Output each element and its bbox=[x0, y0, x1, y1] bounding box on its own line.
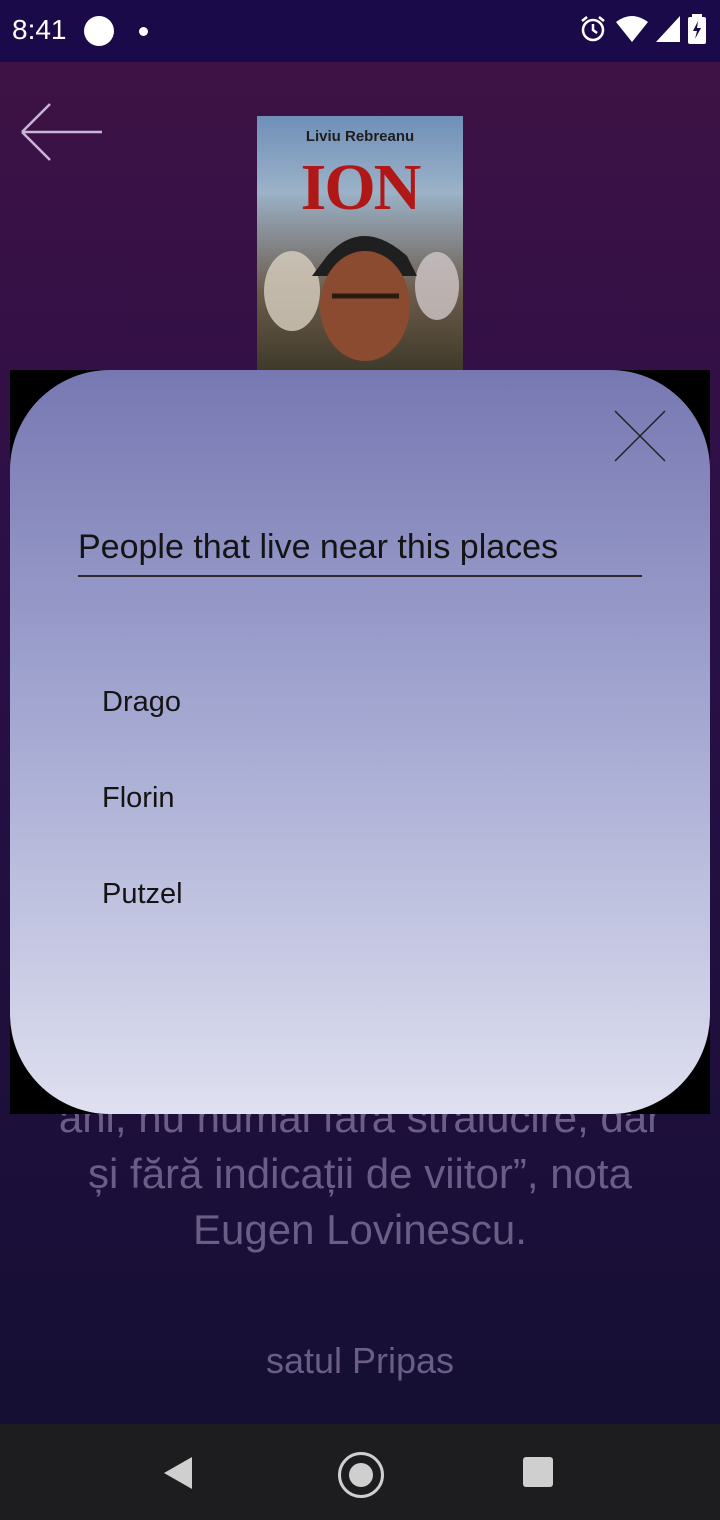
status-icons bbox=[578, 14, 706, 44]
nav-recent-apps-icon[interactable] bbox=[523, 1457, 553, 1487]
place-label: satul Pripas bbox=[265, 1340, 455, 1381]
book-illustration bbox=[264, 236, 459, 361]
nav-home-inner bbox=[349, 1463, 373, 1487]
book-cover-image: Liviu Rebreanu ION bbox=[257, 116, 463, 370]
battery-icon bbox=[688, 14, 706, 44]
signal-icon bbox=[656, 16, 680, 42]
close-icon[interactable] bbox=[614, 410, 666, 462]
person-list-item[interactable]: Putzel bbox=[102, 878, 183, 911]
person-list-item[interactable]: Drago bbox=[102, 686, 181, 719]
notification-dot-icon bbox=[139, 27, 148, 36]
description-line-3: Eugen Lovinescu. bbox=[193, 1206, 527, 1253]
person-list-item[interactable]: Florin bbox=[102, 782, 175, 815]
back-arrow-icon[interactable] bbox=[18, 100, 104, 164]
status-bar: 8:41 bbox=[0, 0, 720, 62]
wifi-icon bbox=[616, 16, 648, 42]
nav-home-icon[interactable] bbox=[338, 1452, 384, 1498]
notification-circle-icon bbox=[84, 16, 114, 46]
nav-back-icon[interactable] bbox=[162, 1456, 194, 1490]
people-dialog: People that live near this places Drago … bbox=[10, 370, 710, 1114]
navigation-bar bbox=[0, 1424, 720, 1520]
dialog-title: People that live near this places bbox=[78, 528, 642, 577]
alarm-icon bbox=[581, 16, 605, 42]
status-time: 8:41 bbox=[12, 14, 67, 45]
description-line-2: și fără indicații de viitor”, nota bbox=[88, 1150, 632, 1197]
